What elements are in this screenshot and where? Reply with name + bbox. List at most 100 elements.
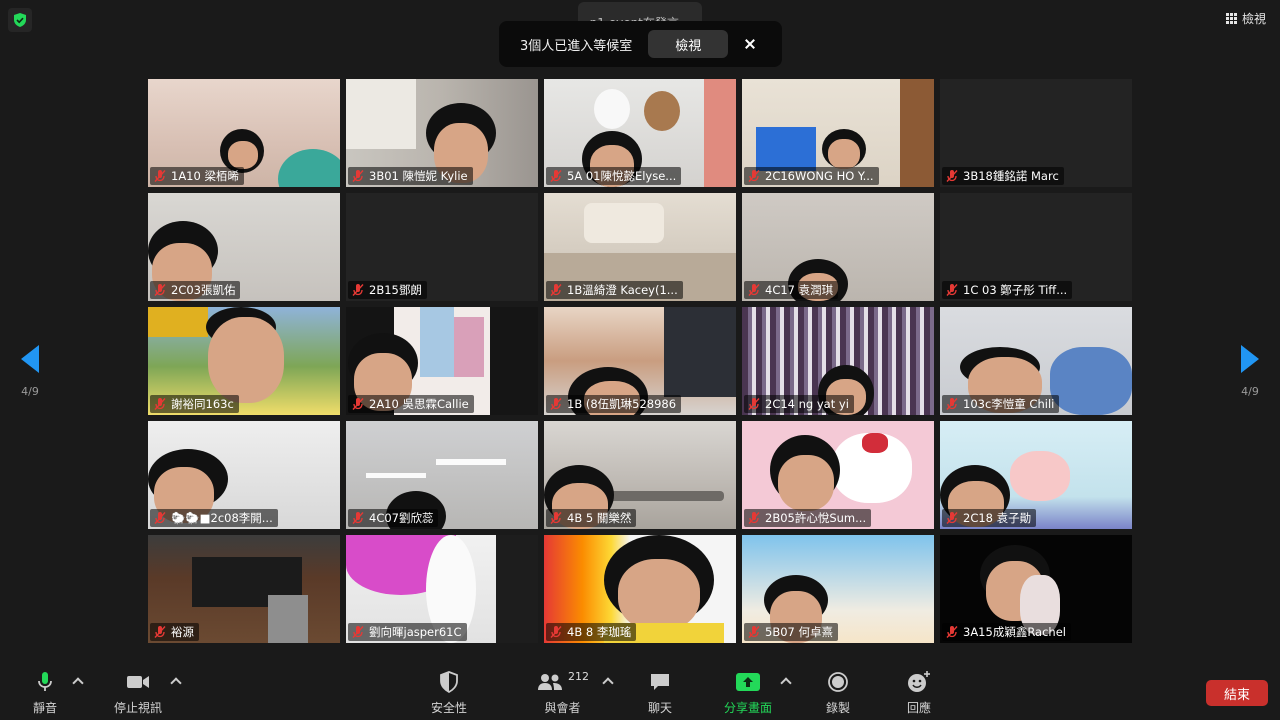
participant-name: 裕源 <box>171 625 194 639</box>
participant-video-tile[interactable]: 4C17 袁潤琪 <box>742 193 934 301</box>
participant-name-label: 2C16WONG HO Y... <box>744 167 879 185</box>
participant-name: 103c李愷童 Chili <box>963 397 1055 411</box>
participant-name-label: 1C 03 鄭子彤 Tiff... <box>942 281 1073 299</box>
participant-name: 劉向暉jasper61C <box>369 625 462 639</box>
participant-name-label: 謝裕同163c <box>150 395 239 413</box>
participant-name-label: 5A 01陳悅懿Elyse... <box>546 167 682 185</box>
record-button[interactable]: 錄製 <box>826 670 850 716</box>
muted-microphone-icon <box>550 512 562 524</box>
participant-name: 1C 03 鄭子彤 Tiff... <box>963 283 1068 297</box>
muted-microphone-icon <box>946 170 958 182</box>
participant-video-tile[interactable]: 1B溫綺澄 Kacey(1... <box>544 193 736 301</box>
muted-microphone-icon <box>748 626 760 638</box>
participant-name: 1B (8伍凱琳528986 <box>567 397 677 411</box>
muted-microphone-icon <box>748 170 760 182</box>
reactions-button[interactable]: 回應 <box>906 670 932 716</box>
next-page-nav[interactable]: 4/9 <box>1230 345 1270 398</box>
video-feed-shape <box>268 595 308 643</box>
participant-video-tile[interactable]: 1A10 梁栢晞 <box>148 79 340 187</box>
muted-microphone-icon <box>154 398 166 410</box>
video-feed-shape <box>228 141 258 169</box>
participant-name-label: 劉向暉jasper61C <box>348 623 467 641</box>
participant-video-tile[interactable]: 謝裕同163c <box>148 307 340 415</box>
participant-video-tile[interactable]: 2A10 吳思霖Callie <box>346 307 538 415</box>
muted-microphone-icon <box>748 512 760 524</box>
participant-name: 2B05許心悅Sum... <box>765 511 867 525</box>
audio-options-chevron-icon[interactable] <box>72 677 84 689</box>
participant-video-tile[interactable]: 2C03張凱佑 <box>148 193 340 301</box>
video-feed-shape <box>828 139 860 169</box>
participant-video-tile[interactable]: 2C18 袁子勛 <box>940 421 1132 529</box>
arrow-left-icon[interactable] <box>21 345 39 373</box>
waiting-room-banner: 3個人已進入等候室 檢視 <box>499 21 782 67</box>
chat-label: 聊天 <box>648 701 673 715</box>
participant-video-tile[interactable]: 裕源 <box>148 535 340 643</box>
participant-name-label: 2C03張凱佑 <box>150 281 241 299</box>
muted-microphone-icon <box>154 284 166 296</box>
participant-video-tile[interactable]: 103c李愷童 Chili <box>940 307 1132 415</box>
microphone-icon <box>38 672 52 691</box>
participant-video-tile[interactable]: 2C14 ng yat yi <box>742 307 934 415</box>
participant-name: 2A10 吳思霖Callie <box>369 397 469 411</box>
gallery-grid-icon <box>1225 12 1237 24</box>
view-button[interactable]: 檢視 <box>1225 8 1266 28</box>
video-feed-shape <box>778 455 834 511</box>
muted-microphone-icon <box>352 398 364 410</box>
participant-video-tile[interactable]: 2C16WONG HO Y... <box>742 79 934 187</box>
mute-label: 靜音 <box>33 701 58 715</box>
participant-video-tile[interactable]: 5B07 何卓熹 <box>742 535 934 643</box>
banner-close-icon[interactable] <box>742 36 758 52</box>
video-feed-shape <box>900 79 934 187</box>
encryption-shield-icon[interactable] <box>8 8 32 32</box>
share-options-chevron-icon[interactable] <box>780 677 792 689</box>
participant-name-label: 3B18鍾銘諾 Marc <box>942 167 1064 185</box>
waiting-room-view-button[interactable]: 檢視 <box>648 30 729 58</box>
end-meeting-button[interactable]: 結束 <box>1206 680 1268 706</box>
participant-name: 4C07劉欣蕊 <box>369 511 434 525</box>
video-feed-shape <box>278 149 340 187</box>
participant-video-tile[interactable]: 3B01 陳愷妮 Kylie <box>346 79 538 187</box>
participant-video-tile[interactable]: 2B05許心悅Sum... <box>742 421 934 529</box>
muted-microphone-icon <box>946 398 958 410</box>
participant-video-tile[interactable]: 劉向暉jasper61C <box>346 535 538 643</box>
participants-options-chevron-icon[interactable] <box>602 677 614 689</box>
participant-video-tile[interactable]: 1B (8伍凱琳528986 <box>544 307 736 415</box>
video-feed-shape <box>1050 347 1132 415</box>
participant-video-tile[interactable]: 3A15成穎鑫Rachel <box>940 535 1132 643</box>
mute-button[interactable]: 靜音 <box>33 670 57 716</box>
participant-name-label: 🐑🐑■2c08李開... <box>150 509 278 527</box>
page-indicator-right: 4/9 <box>1241 385 1259 398</box>
muted-microphone-icon <box>946 512 958 524</box>
participant-video-tile[interactable]: 🐑🐑■2c08李開... <box>148 421 340 529</box>
stop-video-label: 停止視訊 <box>114 701 163 715</box>
video-options-chevron-icon[interactable] <box>170 677 182 689</box>
participant-name-label: 1B (8伍凱琳528986 <box>546 395 682 413</box>
share-screen-button[interactable]: 分享畫面 <box>724 670 772 716</box>
video-feed-shape <box>454 317 484 377</box>
participant-name-label: 5B07 何卓熹 <box>744 623 838 641</box>
participant-video-tile[interactable]: 4B 5 關樂然 <box>544 421 736 529</box>
participants-label: 與會者 <box>544 701 581 715</box>
participant-video-tile[interactable]: 1C 03 鄭子彤 Tiff... <box>940 193 1132 301</box>
participants-button[interactable]: 212 與會者 <box>536 670 589 716</box>
muted-microphone-icon <box>946 626 958 638</box>
participant-video-tile[interactable]: 3B18鍾銘諾 Marc <box>940 79 1132 187</box>
participant-video-tile[interactable]: 2B15鄧朗 <box>346 193 538 301</box>
participant-video-tile[interactable]: 5A 01陳悅懿Elyse... <box>544 79 736 187</box>
participant-name-label: 1B溫綺澄 Kacey(1... <box>546 281 683 299</box>
participant-video-tile[interactable]: 4C07劉欣蕊 <box>346 421 538 529</box>
participants-icon <box>538 674 562 690</box>
video-feed-shape <box>664 307 736 397</box>
security-button[interactable]: 安全性 <box>431 670 467 716</box>
participant-name-label: 4C17 袁潤琪 <box>744 281 839 299</box>
previous-page-nav[interactable]: 4/9 <box>10 345 50 398</box>
muted-microphone-icon <box>748 398 760 410</box>
participant-video-tile[interactable]: 4B 8 李珈瑤 <box>544 535 736 643</box>
arrow-right-icon[interactable] <box>1241 345 1259 373</box>
chat-button[interactable]: 聊天 <box>648 670 672 716</box>
security-label: 安全性 <box>431 701 468 715</box>
muted-microphone-icon <box>550 626 562 638</box>
participant-name: 2C14 ng yat yi <box>765 397 849 411</box>
video-feed-shape <box>644 91 680 131</box>
stop-video-button[interactable]: 停止視訊 <box>114 670 162 716</box>
